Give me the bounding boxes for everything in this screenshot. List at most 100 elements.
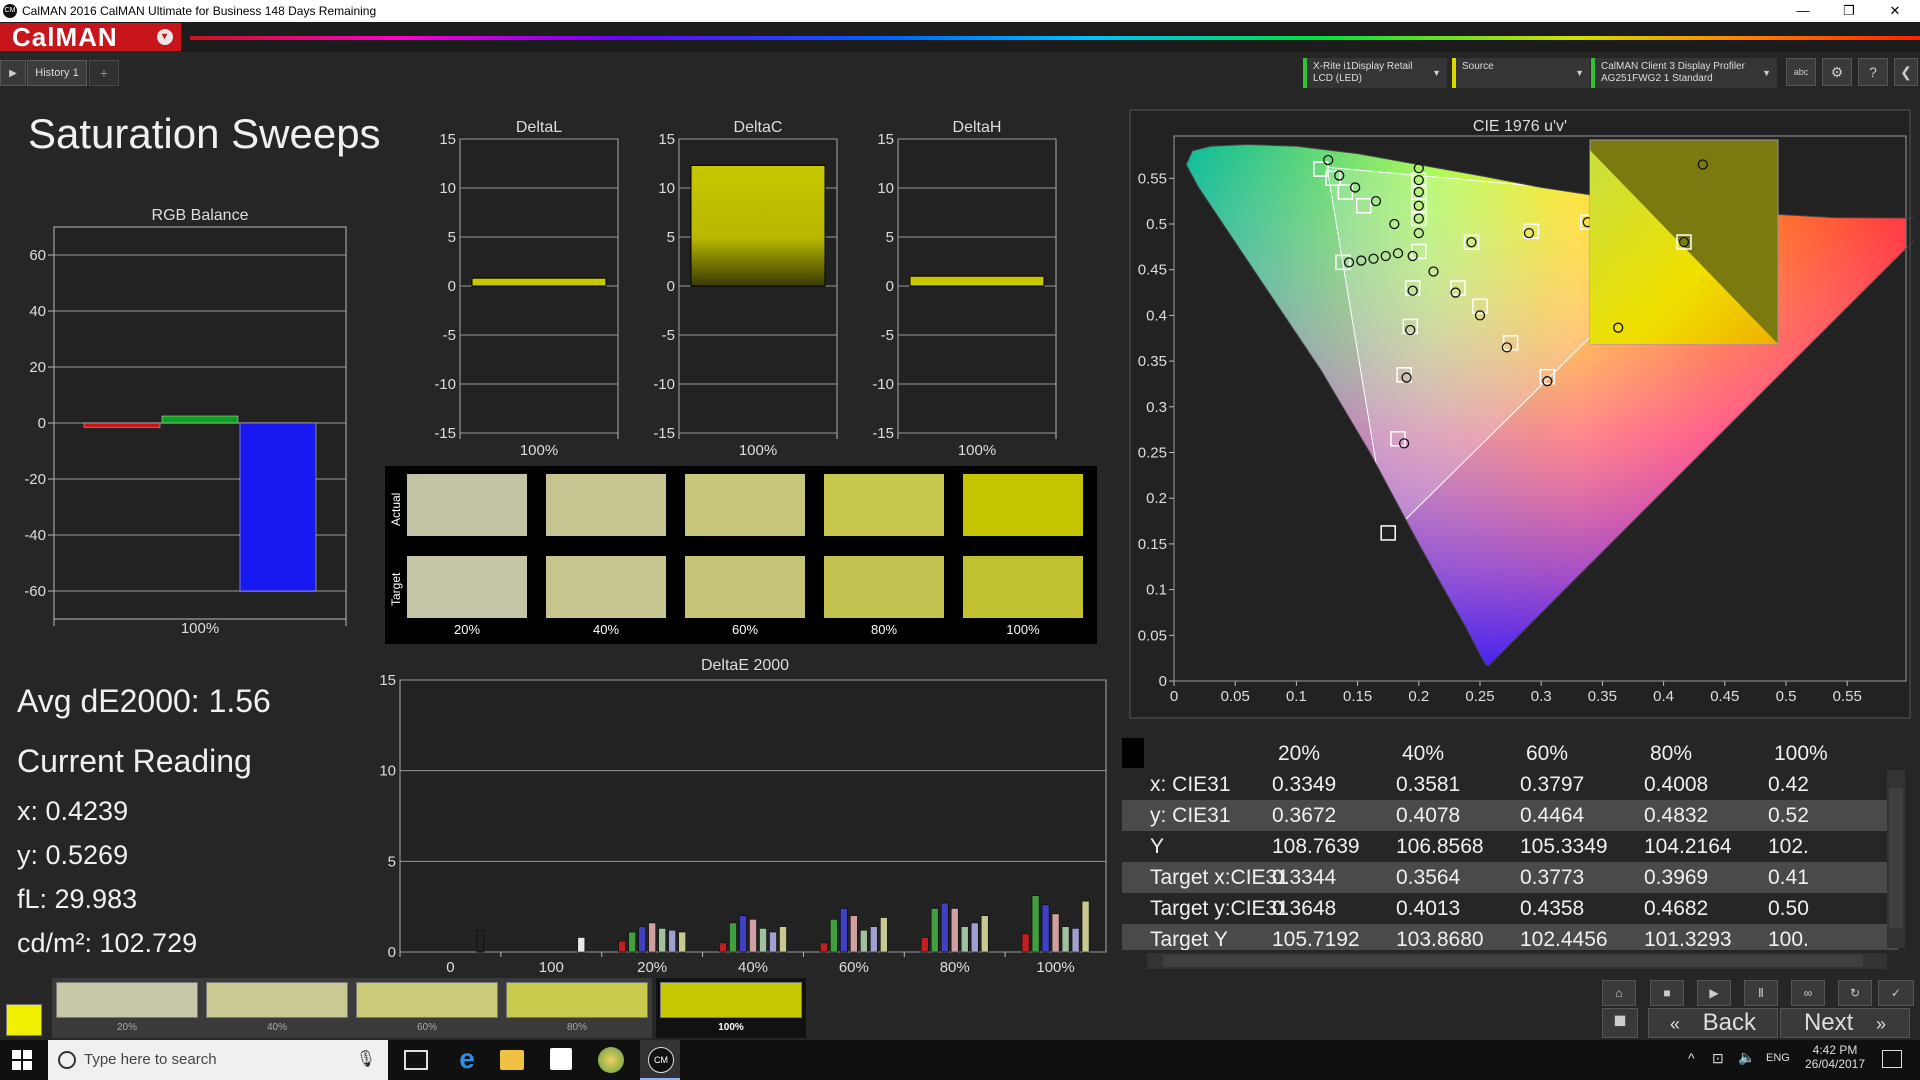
bottom-swatch-tile[interactable]: 80% <box>502 978 652 1038</box>
table-cell: 101.3293 <box>1644 928 1732 950</box>
table-cell: 0.4358 <box>1520 897 1585 920</box>
back-button[interactable]: « Back <box>1648 1008 1778 1038</box>
table-cell: 0.4682 <box>1644 897 1709 920</box>
cie-title: CIE 1976 u'v' <box>1473 118 1567 135</box>
calman-taskbar-button[interactable]: CM <box>640 1040 680 1080</box>
bottom-swatch-tile[interactable]: 60% <box>352 978 502 1038</box>
cie-xtick-label: 0.25 <box>1465 688 1494 705</box>
file-explorer-icon[interactable] <box>500 1050 524 1070</box>
next-button[interactable]: Next » <box>1780 1008 1910 1038</box>
windows-start-icon[interactable] <box>12 1050 32 1070</box>
minimize-button[interactable]: — <box>1780 0 1826 22</box>
paint-icon[interactable] <box>598 1047 624 1073</box>
delta-ytick-label: -10 <box>653 376 675 393</box>
avg-de-readout: Avg dE2000: 1.56 <box>17 683 271 719</box>
table-horizontal-scrollbar[interactable] <box>1147 953 1887 969</box>
store-icon[interactable] <box>550 1048 572 1070</box>
table-vertical-scrollbar[interactable] <box>1887 770 1905 948</box>
swatch-level-label: 100% <box>1006 622 1040 637</box>
table-cell: 0.3344 <box>1272 866 1337 889</box>
actual-swatch <box>407 474 527 536</box>
check-icon[interactable]: ✓ <box>1878 980 1914 1006</box>
play-icon[interactable]: ▶ <box>0 60 26 86</box>
keyboard-icon[interactable]: abc <box>1786 58 1816 86</box>
meter-selector[interactable]: X-Rite i1Display Retail LCD (LED) ▼ <box>1303 58 1447 88</box>
rgb-ytick-label: 0 <box>38 415 46 432</box>
table-cell: 0.3797 <box>1520 773 1585 796</box>
clock[interactable]: 4:42 PM 26/04/2017 <box>1800 1043 1870 1071</box>
help-icon[interactable]: ? <box>1858 58 1888 86</box>
delta-ytick-label: 0 <box>886 278 894 295</box>
collapse-icon[interactable]: ❮ <box>1894 58 1918 86</box>
delta-ytick-label: 0 <box>667 278 675 295</box>
edge-icon[interactable]: e <box>452 1044 482 1074</box>
close-button[interactable]: ✕ <box>1872 0 1918 22</box>
back-label: Back <box>1702 1009 1757 1036</box>
table-row[interactable]: Target Y 105.7192 103.8680 102.4456 101.3293… <box>1122 924 1898 950</box>
microphone-icon[interactable]: 🎙 <box>356 1040 376 1080</box>
calman-menu-button[interactable]: CalMAN ▾ <box>0 23 181 51</box>
cie-ytick-label: 0.5 <box>1146 216 1167 233</box>
deltae-bar <box>739 915 747 953</box>
table-cell: 0.41 <box>1768 866 1809 889</box>
title-bar: CM CalMAN 2016 CalMAN Ultimate for Busin… <box>0 0 1920 22</box>
stop-icon[interactable]: ■ <box>1650 980 1684 1006</box>
delta-chart-title: DeltaC <box>734 119 783 136</box>
cie-xtick-label: 0.05 <box>1221 688 1250 705</box>
display-selector[interactable]: CalMAN Client 3 Display Profiler AG251FW… <box>1591 58 1777 88</box>
deltae-bar <box>1081 900 1090 953</box>
home-icon[interactable]: ⌂ <box>1602 980 1636 1006</box>
refresh-icon[interactable]: ↻ <box>1838 980 1872 1006</box>
chevron-up-icon[interactable]: ^ <box>1688 1050 1695 1066</box>
table-cell: 106.8568 <box>1396 835 1484 858</box>
deltae-category-label: 80% <box>940 959 970 976</box>
deltae-bar <box>577 937 586 953</box>
table-row[interactable]: y: CIE31 0.3672 0.4078 0.4464 0.4832 0.52 <box>1122 800 1898 831</box>
task-view-icon[interactable] <box>404 1050 428 1070</box>
cie-ytick-label: 0.45 <box>1138 262 1167 279</box>
bottom-swatch-tile[interactable]: 100% <box>656 978 806 1038</box>
rgb-ytick-label: -40 <box>24 527 46 544</box>
cie-xtick-label: 0.45 <box>1710 688 1739 705</box>
table-cell: 0.3349 <box>1272 773 1337 796</box>
bottom-swatch-tile[interactable]: 40% <box>202 978 352 1038</box>
language-indicator[interactable]: ENG <box>1766 1052 1790 1064</box>
gear-icon[interactable]: ⚙ <box>1822 58 1852 86</box>
table-cell: 0.4464 <box>1520 804 1585 827</box>
volume-icon[interactable]: 🔈 <box>1738 1049 1755 1066</box>
step-icon[interactable]: Ⅱ <box>1744 980 1778 1006</box>
loop-icon[interactable]: ∞ <box>1791 980 1825 1006</box>
add-tab-button[interactable]: + <box>89 60 119 86</box>
actual-swatch <box>546 474 666 536</box>
column-header: 100% <box>1774 742 1828 765</box>
bottom-swatch-tile[interactable]: 20% <box>52 978 202 1038</box>
target-row-label: Target <box>389 572 403 606</box>
notifications-icon[interactable] <box>1882 1050 1902 1068</box>
row-label: y: CIE31 <box>1150 804 1231 827</box>
table-row[interactable]: Target y:CIE31 0.3648 0.4013 0.4358 0.4682 0.… <box>1122 893 1898 924</box>
network-icon[interactable]: ⊡ <box>1712 1050 1724 1067</box>
source-selector[interactable]: Source ▼ <box>1452 58 1590 88</box>
meter-mode: LCD (LED) <box>1313 73 1362 84</box>
reading-cdm2: cd/m²: 102.729 <box>17 928 198 958</box>
cie-ytick-label: 0.05 <box>1138 627 1167 644</box>
table-row[interactable]: x: CIE31 0.3349 0.3581 0.3797 0.4008 0.42 <box>1122 769 1898 800</box>
tab-history-1[interactable]: History 1 <box>27 60 87 86</box>
deltae-category-label: 100% <box>1036 959 1074 976</box>
table-row[interactable]: Y 108.7639 106.8568 105.3349 104.2164 102. <box>1122 831 1898 862</box>
taskbar-search-input[interactable]: Type here to search 🎙 <box>48 1040 388 1080</box>
reading-y: y: 0.5269 <box>17 840 129 870</box>
deltae-bar <box>658 928 666 953</box>
record-icon[interactable]: ◼ <box>1602 1008 1638 1038</box>
deltae-ytick-label: 5 <box>388 853 396 870</box>
bottom-swatch-color <box>660 982 802 1018</box>
play-icon[interactable]: ▶ <box>1697 980 1731 1006</box>
deltae-category-label: 100 <box>539 959 564 976</box>
column-header: 80% <box>1650 742 1693 765</box>
maximize-button[interactable]: ❐ <box>1826 0 1872 22</box>
rgb-balance-xlabel: 100% <box>181 620 219 637</box>
table-row[interactable]: Target x:CIE31 0.3344 0.3564 0.3773 0.3969 0.… <box>1122 862 1898 893</box>
deltae-bar <box>860 929 868 953</box>
deltae-bar <box>779 926 787 953</box>
bottom-swatch-label: 80% <box>566 1022 587 1033</box>
